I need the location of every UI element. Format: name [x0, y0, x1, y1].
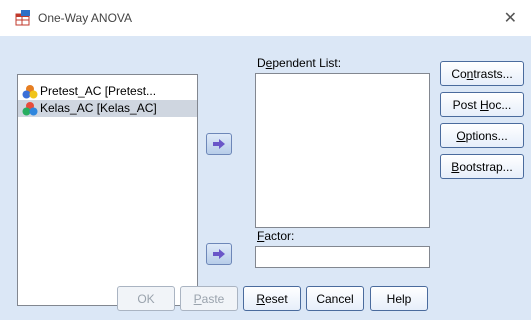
variable-label: Kelas_AC [Kelas_AC]: [40, 101, 157, 115]
reset-button[interactable]: Reset: [243, 286, 301, 311]
ok-button[interactable]: OK: [117, 286, 175, 311]
factor-label: Factor:: [257, 229, 295, 243]
dependent-list[interactable]: [255, 73, 430, 228]
dialog-body: Pretest_AC [Pretest... Kelas_AC [Kelas_A…: [0, 36, 531, 320]
variable-item-pretest[interactable]: Pretest_AC [Pretest...: [18, 83, 197, 100]
options-button[interactable]: Options...: [440, 123, 524, 148]
factor-field[interactable]: [255, 246, 430, 268]
scale-variable-icon: [22, 85, 38, 99]
window-title: One-Way ANOVA: [38, 11, 133, 25]
help-button[interactable]: Help: [370, 286, 428, 311]
close-icon[interactable]: ✕: [504, 8, 517, 28]
post-hoc-button[interactable]: Post Hoc...: [440, 92, 524, 117]
move-to-dependent-button[interactable]: [206, 133, 232, 155]
paste-button[interactable]: Paste: [180, 286, 238, 311]
nominal-variable-icon: [22, 102, 38, 116]
variable-label: Pretest_AC [Pretest...: [40, 84, 157, 98]
cancel-button[interactable]: Cancel: [306, 286, 364, 311]
move-to-factor-button[interactable]: [206, 243, 232, 265]
spss-table-icon: [15, 10, 30, 26]
variable-item-kelas[interactable]: Kelas_AC [Kelas_AC]: [18, 100, 197, 117]
title-bar: One-Way ANOVA ✕: [0, 0, 531, 36]
dependent-list-label: Dependent List:: [257, 56, 342, 70]
right-arrow-icon: [213, 139, 225, 149]
source-variable-list[interactable]: Pretest_AC [Pretest... Kelas_AC [Kelas_A…: [17, 74, 198, 306]
bootstrap-button[interactable]: Bootstrap...: [440, 154, 524, 179]
right-arrow-icon: [213, 249, 225, 259]
contrasts-button[interactable]: Co n trasts...: [440, 61, 524, 86]
